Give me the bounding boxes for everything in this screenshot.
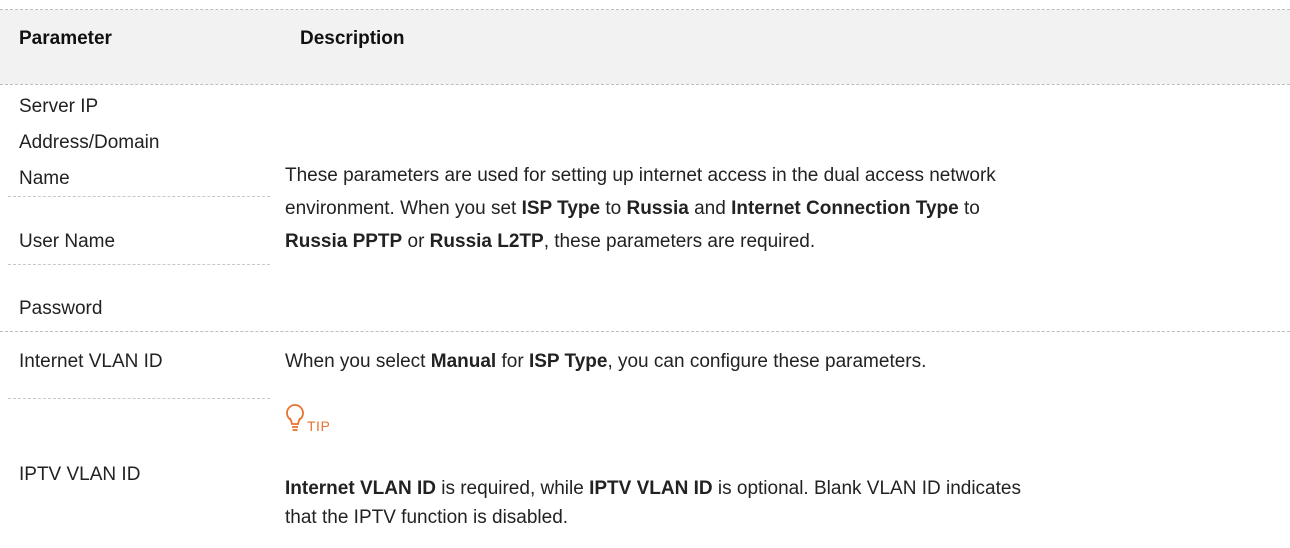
russia-description-line1: These parameters are used for setting up… bbox=[285, 161, 996, 191]
desc-text: , these parameters are required. bbox=[543, 231, 816, 252]
desc-bold: Manual bbox=[430, 351, 497, 372]
desc-bold: Russia L2TP bbox=[429, 231, 544, 252]
desc-bold: ISP Type bbox=[528, 351, 608, 372]
tip-line2: that the IPTV function is disabled. bbox=[285, 503, 568, 533]
desc-text: is optional. Blank VLAN ID indicates bbox=[712, 478, 1021, 499]
desc-text: to bbox=[958, 198, 980, 219]
russia-description-line3: Russia PPTP or Russia L2TP, these parame… bbox=[285, 227, 815, 257]
table-header-rule bbox=[0, 84, 1290, 85]
desc-text: that the IPTV function is disabled. bbox=[285, 507, 569, 528]
desc-bold: Internet Connection Type bbox=[731, 198, 959, 219]
param-server-ip-line2: Address/Domain bbox=[19, 132, 160, 153]
desc-bold: Internet VLAN ID bbox=[285, 478, 436, 499]
tip-line1: Internet VLAN ID is required, while IPTV… bbox=[285, 474, 1021, 504]
param-server-ip-line1: Server IP bbox=[19, 96, 99, 117]
desc-text: to bbox=[600, 198, 627, 219]
desc-text: When you select bbox=[285, 351, 431, 372]
desc-bold: ISP Type bbox=[521, 198, 601, 219]
desc-text: and bbox=[688, 198, 732, 219]
row-divider bbox=[8, 398, 270, 399]
param-internet-vlan-id: Internet VLAN ID bbox=[19, 351, 163, 372]
desc-text: , you can configure these parameters. bbox=[607, 351, 927, 372]
desc-text: environment. When you set bbox=[285, 198, 522, 219]
desc-bold: Russia PPTP bbox=[285, 231, 403, 252]
desc-text: for bbox=[496, 351, 529, 372]
param-iptv-vlan-id: IPTV VLAN ID bbox=[19, 464, 141, 485]
desc-bold: Russia bbox=[626, 198, 689, 219]
group-divider bbox=[0, 331, 1290, 332]
russia-description-line2: environment. When you set ISP Type to Ru… bbox=[285, 194, 980, 224]
vlan-description: When you select Manual for ISP Type, you… bbox=[285, 347, 926, 377]
parameter-table: Parameter Description Server IP Address/… bbox=[0, 0, 1290, 548]
header-description: Description bbox=[300, 28, 405, 49]
table-header-row bbox=[0, 10, 1290, 84]
row-divider bbox=[8, 264, 270, 265]
desc-text: or bbox=[402, 231, 430, 252]
desc-bold: IPTV VLAN ID bbox=[589, 478, 713, 499]
param-user-name: User Name bbox=[19, 231, 116, 252]
tip-label: TIP bbox=[307, 418, 331, 434]
row-divider bbox=[8, 196, 270, 197]
desc-text: These parameters are used for setting up… bbox=[285, 165, 996, 186]
param-password: Password bbox=[19, 298, 103, 319]
param-server-ip-line3: Name bbox=[19, 168, 70, 189]
desc-text: is required, while bbox=[435, 478, 590, 499]
header-parameter: Parameter bbox=[19, 28, 112, 49]
